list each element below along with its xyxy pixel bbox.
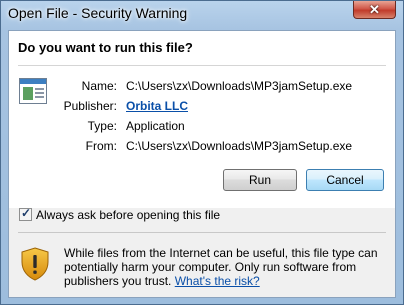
window-title: Open File - Security Warning (8, 5, 188, 21)
publisher-link[interactable]: Orbita LLC (126, 99, 188, 113)
close-icon: ✕ (369, 2, 380, 17)
question-heading: Do you want to run this file? (18, 40, 193, 55)
name-value: C:\Users\zx\Downloads\MP3jamSetup.exe (126, 79, 353, 93)
always-ask-checkbox[interactable]: ✓ (19, 206, 32, 221)
publisher-label: Publisher: (63, 99, 117, 113)
security-warning-dialog: Open File - Security Warning ✕ Do you wa… (0, 0, 404, 305)
check-icon: ✓ (21, 206, 32, 220)
cancel-button[interactable]: Cancel (306, 169, 384, 191)
from-label: From: (85, 139, 117, 153)
run-button[interactable]: Run (223, 169, 297, 191)
type-value: Application (126, 119, 185, 133)
divider (18, 232, 386, 233)
close-button[interactable]: ✕ (353, 1, 396, 19)
detail-labels: Name: Publisher: Type: From: (57, 76, 117, 156)
shield-warning-icon (21, 247, 49, 281)
always-ask-label[interactable]: Always ask before opening this file (36, 208, 220, 222)
application-file-icon (19, 78, 47, 104)
divider (18, 65, 386, 66)
title-bar[interactable]: Open File - Security Warning ✕ (1, 1, 403, 29)
detail-values: C:\Users\zx\Downloads\MP3jamSetup.exe Or… (126, 76, 352, 156)
whats-the-risk-link[interactable]: What's the risk? (175, 274, 260, 288)
warning-message: While files from the Internet can be use… (64, 246, 384, 288)
from-value: C:\Users\zx\Downloads\MP3jamSetup.exe (126, 139, 353, 153)
type-label: Type: (87, 119, 117, 133)
name-label: Name: (81, 79, 117, 93)
dialog-body: Do you want to run this file? Name: Publ… (8, 30, 396, 298)
file-info-panel: Do you want to run this file? Name: Publ… (9, 31, 395, 208)
